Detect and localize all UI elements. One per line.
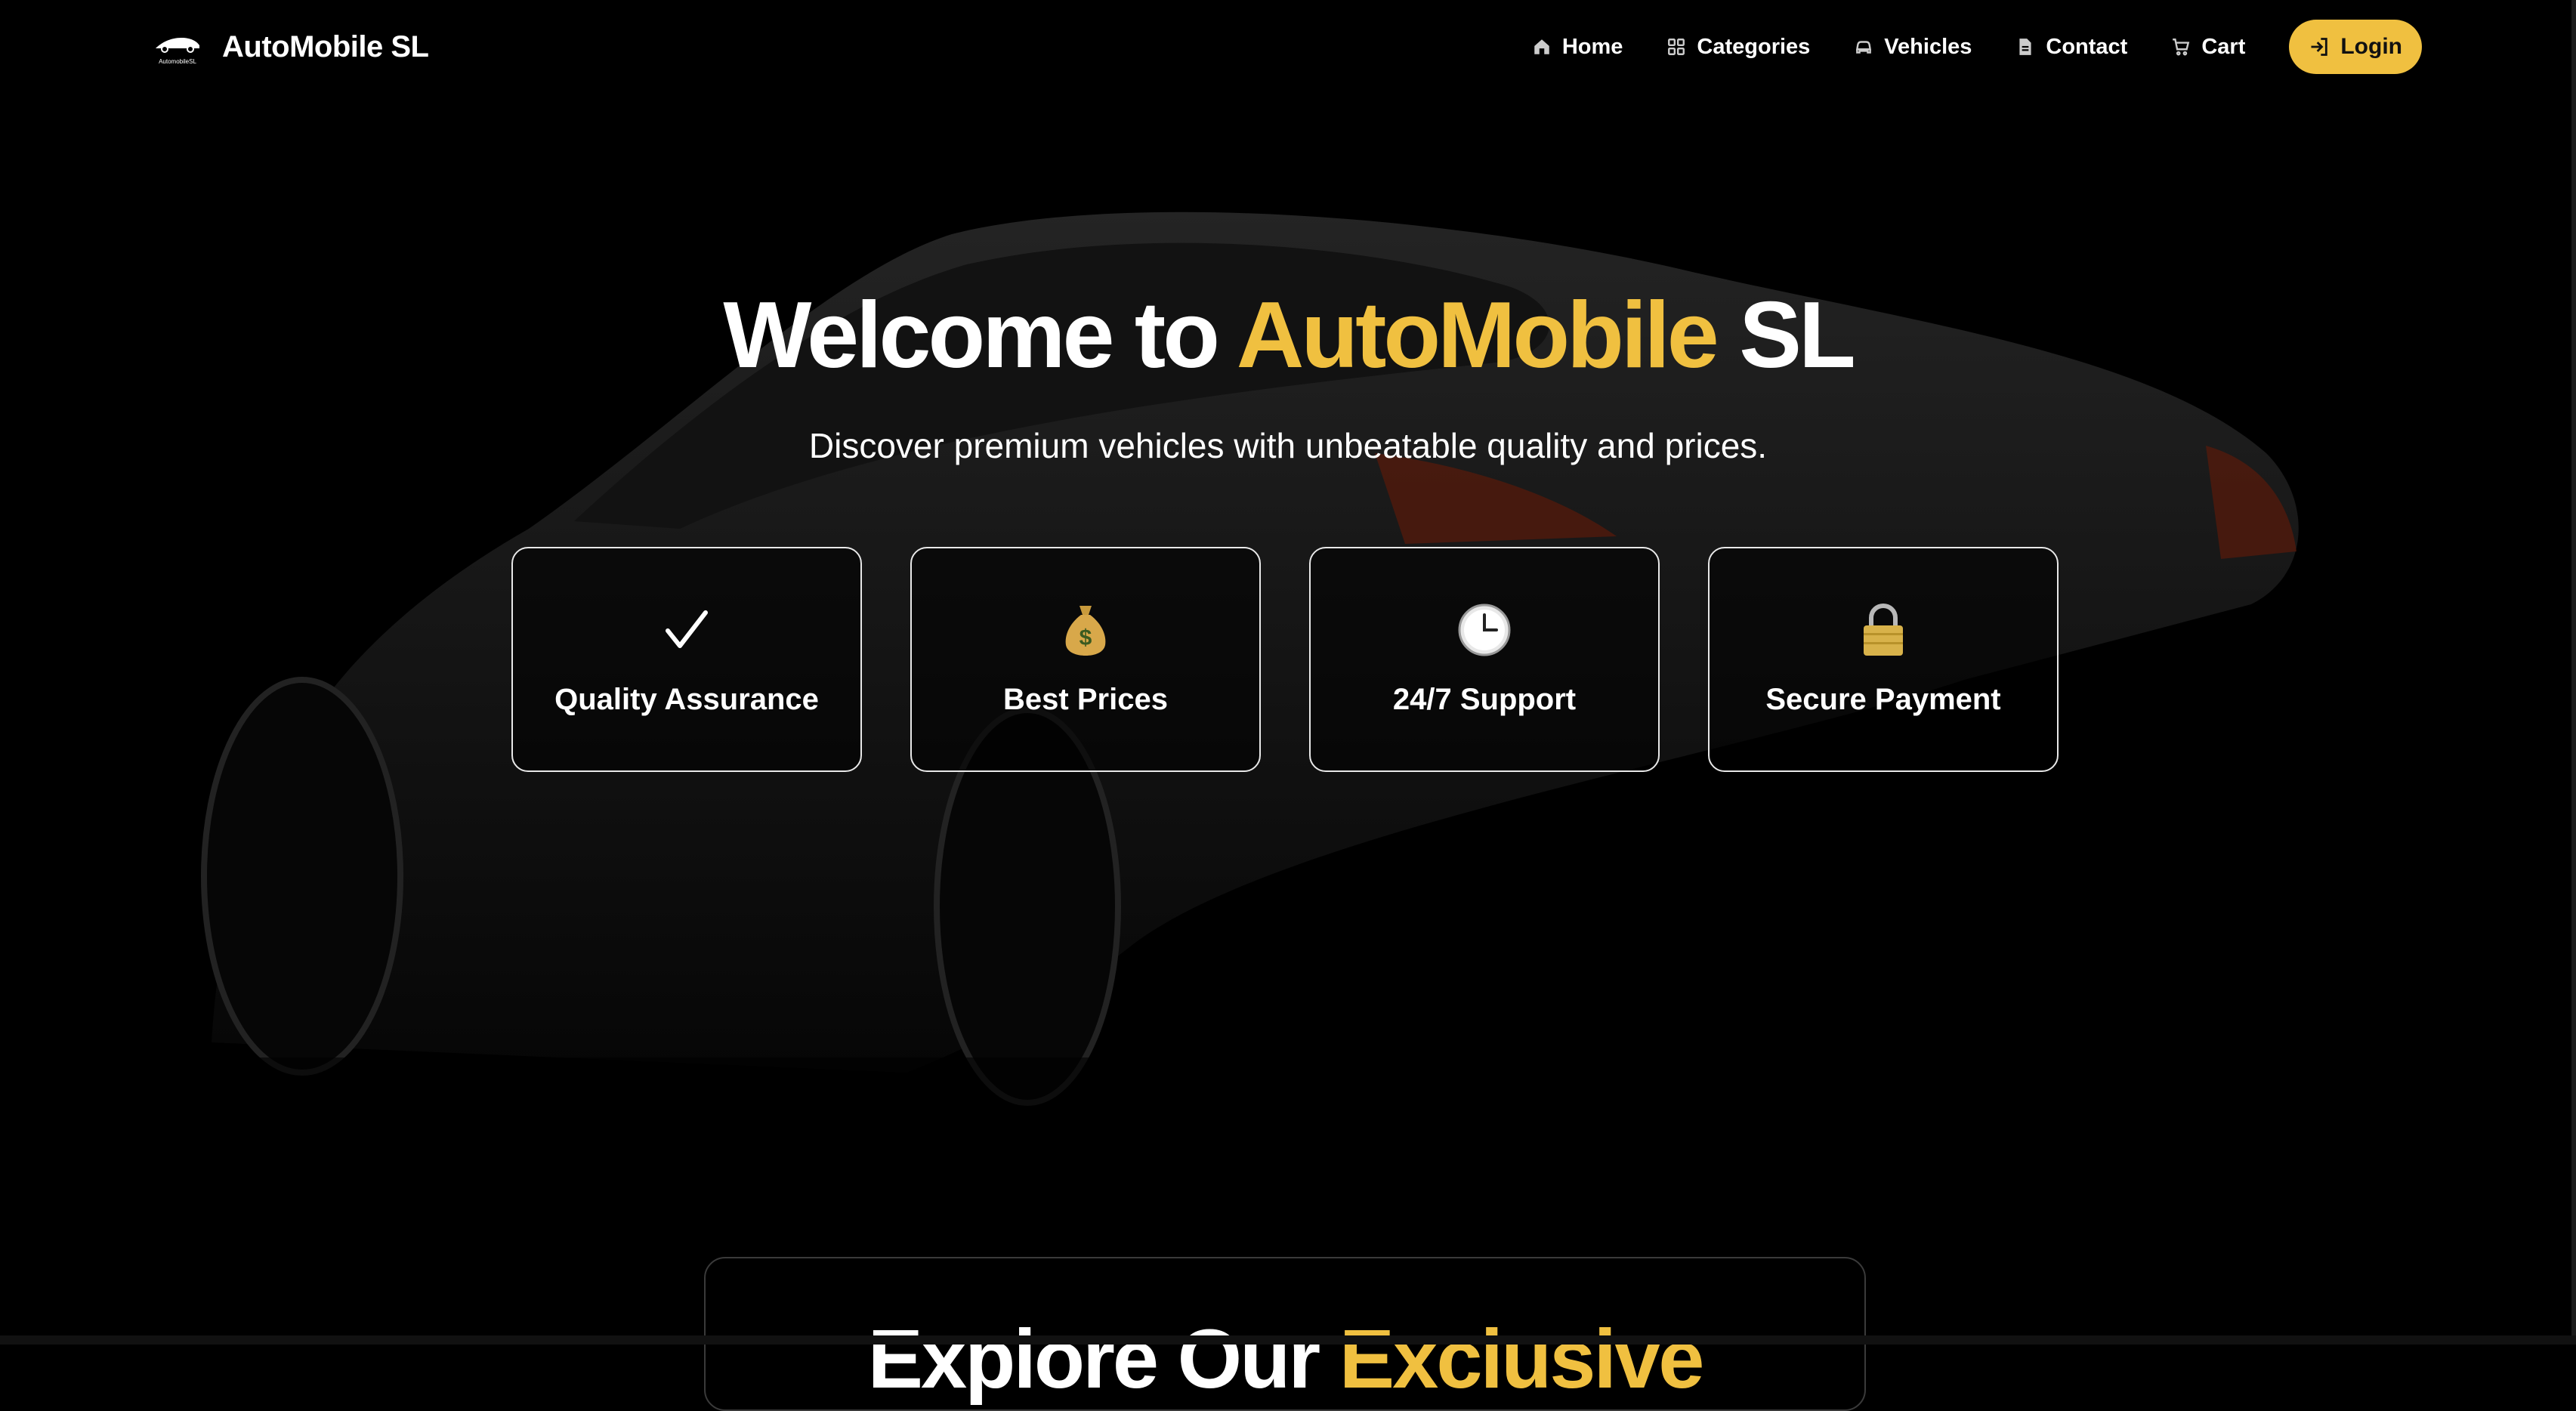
window-edge (2571, 0, 2576, 1345)
svg-text:$: $ (1080, 625, 1092, 650)
feature-card-quality: Quality Assurance (511, 547, 862, 772)
explore-section-title: Explore Our Exclusive (706, 1311, 1864, 1407)
car-icon (1856, 41, 1872, 54)
nav-home[interactable]: Home (1532, 35, 1623, 60)
nav-categories-label: Categories (1697, 34, 1811, 59)
cart-icon (2173, 39, 2190, 56)
explore-title-prefix: Explore Our (867, 1313, 1321, 1406)
hero-title: Welcome to AutoMobile SL (0, 281, 2576, 390)
hero-title-suffix: SL (1739, 283, 1855, 387)
nav-vehicles-label: Vehicles (1884, 34, 1972, 59)
feature-label: Best Prices (1003, 683, 1168, 716)
login-icon (2311, 38, 2328, 56)
nav-contact-label: Contact (2046, 34, 2128, 59)
feature-label: Secure Payment (1765, 683, 2001, 716)
hero-subtitle: Discover premium vehicles with unbeatabl… (808, 426, 1768, 465)
hero-title-prefix: Welcome to (723, 283, 1220, 387)
brand-name: AutoMobile SL (222, 29, 429, 63)
lock-icon (1710, 601, 2057, 659)
document-icon (2019, 39, 2031, 55)
nav-categories[interactable]: Categories (1666, 35, 1810, 60)
feature-card-support: 24/7 Support (1309, 547, 1660, 772)
window-bottom-edge (0, 1335, 2576, 1345)
nav-cart-label: Cart (2201, 34, 2246, 59)
feature-card-prices: $ Best Prices (910, 547, 1261, 772)
clock-icon (1311, 601, 1658, 659)
login-button[interactable]: Login (2289, 20, 2422, 74)
brand[interactable]: AutomobileSL AutoMobile SL (151, 26, 429, 68)
nav-vehicles[interactable]: Vehicles (1854, 35, 1972, 60)
feature-label: Quality Assurance (554, 683, 819, 716)
home-icon (1534, 39, 1549, 54)
main-menu: Home Categories Vehicles Contact Cart Lo… (1532, 20, 2422, 74)
car-logo-icon: AutomobileSL (156, 38, 199, 65)
feature-card-payment: Secure Payment (1708, 547, 2059, 772)
login-label: Login (2340, 34, 2402, 59)
nav-home-label: Home (1561, 34, 1623, 59)
money-bag-icon: $ (912, 601, 1259, 659)
checkmark-icon (513, 601, 860, 659)
explore-title-accent: Exclusive (1339, 1313, 1705, 1406)
nav-cart[interactable]: Cart (2171, 35, 2245, 60)
explore-section-panel: Explore Our Exclusive (704, 1257, 1866, 1411)
logo-text: AutomobileSL (159, 58, 196, 65)
grid-icon (1668, 39, 1685, 55)
hero-title-accent: AutoMobile (1236, 283, 1719, 387)
feature-cards: Quality Assurance $ Best Prices 24/7 Sup… (511, 547, 2060, 772)
feature-label: 24/7 Support (1392, 683, 1577, 716)
nav-contact[interactable]: Contact (2015, 35, 2127, 60)
top-navbar: AutomobileSL AutoMobile SL Home Categori… (0, 0, 2576, 94)
